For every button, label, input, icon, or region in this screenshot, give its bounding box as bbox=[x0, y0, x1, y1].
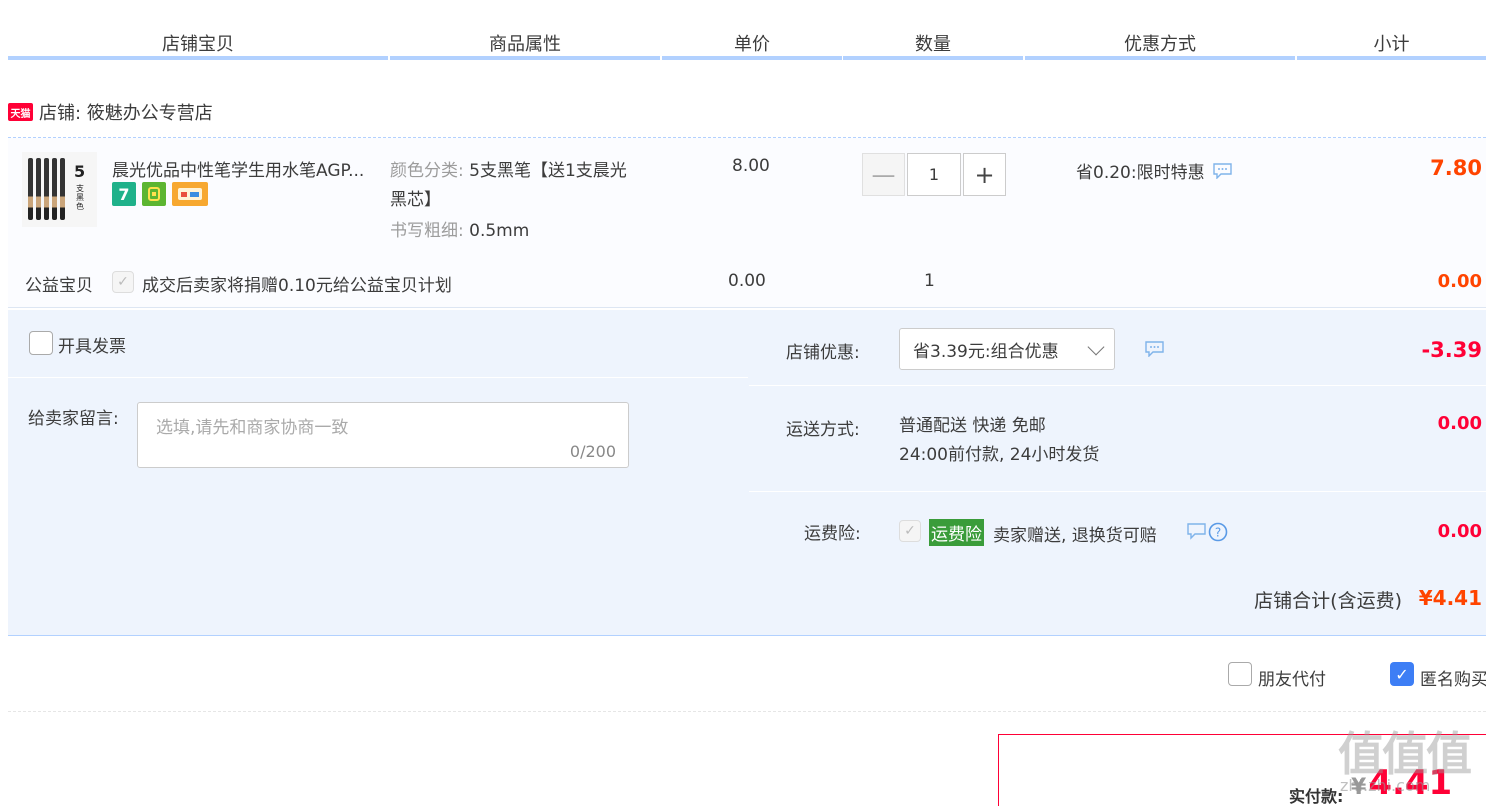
chat-icon[interactable] bbox=[1145, 341, 1164, 357]
header-price: 单价 bbox=[734, 34, 770, 55]
friend-pay-checkbox[interactable] bbox=[1228, 662, 1252, 686]
invoice-checkbox[interactable] bbox=[29, 331, 53, 355]
invoice-row: 开具发票 bbox=[8, 310, 748, 378]
charity-qty: 1 bbox=[924, 271, 935, 291]
chat-icon[interactable] bbox=[1212, 162, 1232, 179]
anonymous-label[interactable]: 匿名购买 bbox=[1420, 665, 1486, 690]
guarantee-icon[interactable] bbox=[142, 182, 166, 206]
product-thumbnail[interactable]: 5 支黑色 bbox=[22, 152, 97, 227]
discount-text: 省0.20:限时特惠 bbox=[1076, 163, 1205, 183]
header-bar bbox=[1025, 56, 1295, 60]
attr-color-key: 颜色分类: bbox=[390, 161, 464, 181]
memo-textarea[interactable]: 选填,请先和商家协商一致 0/200 bbox=[137, 402, 629, 468]
pen-image bbox=[44, 158, 49, 220]
memo-label: 给卖家留言: bbox=[28, 409, 119, 429]
header-bar bbox=[662, 56, 842, 60]
divider bbox=[8, 711, 1486, 712]
shipping-line2: 24:00前付款, 24小时发货 bbox=[899, 445, 1100, 465]
attr-width-key: 书写粗细: bbox=[390, 221, 464, 241]
memo-placeholder: 选填,请先和商家协商一致 bbox=[156, 418, 349, 438]
pen-image bbox=[28, 158, 33, 220]
order-item: 5 支黑色 晨光优品中性笔学生用水笔AGP... 7 颜色分类: 5支黑笔【送1… bbox=[8, 138, 1486, 308]
header-qty: 数量 bbox=[915, 34, 951, 55]
left-options: 开具发票 给卖家留言: 选填,请先和商家协商一致 0/200 bbox=[8, 310, 748, 558]
thumb-subtext: 支黑色 bbox=[76, 184, 84, 211]
header-item: 店铺宝贝 bbox=[162, 34, 234, 55]
charity-subtotal: 0.00 bbox=[1437, 271, 1482, 292]
shipping-method: 普通配送 快递 免邮 24:00前付款, 24小时发货 bbox=[899, 412, 1099, 470]
attr-color-cont: 黑芯】 bbox=[390, 190, 441, 210]
header-bar bbox=[1297, 56, 1486, 60]
insurance-row: 运费险: ✓ 运费险 卖家赠送, 退换货可赔 ? 0.00 bbox=[749, 493, 1486, 558]
watermark: 值值值 bbox=[1338, 727, 1472, 781]
header-bar bbox=[8, 56, 388, 60]
order-options: 开具发票 给卖家留言: 选填,请先和商家协商一致 0/200 店铺优惠: 省3.… bbox=[8, 310, 1486, 558]
invoice-label[interactable]: 开具发票 bbox=[58, 332, 126, 357]
shop-name[interactable]: 店铺: 筱魅办公专营店 bbox=[39, 99, 213, 125]
shipping-row: 运送方式: 普通配送 快递 免邮 24:00前付款, 24小时发货 0.00 bbox=[749, 387, 1486, 492]
decrease-button[interactable]: — bbox=[862, 153, 905, 196]
product-title[interactable]: 晨光优品中性笔学生用水笔AGP... bbox=[112, 156, 384, 181]
header-bar bbox=[843, 56, 1023, 60]
charity-price: 0.00 bbox=[728, 271, 766, 291]
chevron-down-icon bbox=[1087, 338, 1105, 356]
thumb-number: 5 bbox=[74, 162, 86, 181]
pen-image bbox=[60, 158, 65, 220]
unit-price: 8.00 bbox=[732, 156, 770, 176]
seven-day-return-icon[interactable]: 7 bbox=[112, 182, 136, 206]
memo-counter: 0/200 bbox=[569, 442, 616, 461]
attr-width: 书写粗细: 0.5mm bbox=[390, 216, 529, 241]
header-subtotal: 小计 bbox=[1373, 34, 1410, 55]
header-discount: 优惠方式 bbox=[1124, 34, 1196, 55]
insurance-amount: 0.00 bbox=[1437, 521, 1482, 542]
increase-button[interactable]: + bbox=[963, 153, 1006, 196]
credit-card-icon[interactable] bbox=[172, 182, 208, 206]
shipping-amount: 0.00 bbox=[1437, 413, 1482, 434]
pen-image bbox=[52, 158, 57, 220]
header-attr: 商品属性 bbox=[489, 34, 561, 55]
attr-width-value: 0.5mm bbox=[469, 221, 530, 241]
discount-info: 省0.20:限时特惠 bbox=[1076, 158, 1232, 183]
watermark-url: zhi.zhi.com bbox=[1340, 776, 1431, 795]
charity-label: 公益宝贝 bbox=[25, 276, 93, 296]
tmall-icon: 天猫 bbox=[8, 103, 33, 121]
shield-icon bbox=[148, 187, 160, 201]
shop-discount-select[interactable]: 省3.39元:组合优惠 bbox=[899, 328, 1115, 370]
attr-color-value: 5支黑笔【送1支晨光 bbox=[469, 161, 627, 181]
right-options: 店铺优惠: 省3.39元:组合优惠 -3.39 运送方式: 普通配送 快递 免邮… bbox=[749, 310, 1486, 558]
pay-label: 实付款: bbox=[1289, 787, 1344, 806]
friend-pay-label[interactable]: 朋友代付 bbox=[1258, 665, 1326, 690]
attr-color: 颜色分类: 5支黑笔【送1支晨光 bbox=[390, 156, 627, 181]
service-icons: 7 bbox=[112, 182, 208, 206]
payment-options: 朋友代付 ✓ 匿名购买 bbox=[0, 660, 1486, 710]
insurance-tag: 运费险 bbox=[929, 519, 984, 546]
insurance-text: 卖家赠送, 退换货可赔 bbox=[993, 526, 1157, 546]
item-subtotal: 7.80 bbox=[1430, 156, 1482, 180]
header-bar bbox=[390, 56, 660, 60]
shop-total-value: ¥4.41 bbox=[1418, 586, 1482, 610]
charity-text: 成交后卖家将捐赠0.10元给公益宝贝计划 bbox=[142, 276, 452, 296]
insurance-checkbox: ✓ bbox=[899, 520, 921, 542]
shop-total-label: 店铺合计(含运费) bbox=[1254, 590, 1402, 612]
anonymous-checkbox[interactable]: ✓ bbox=[1390, 662, 1414, 686]
shop-discount-amount: -3.39 bbox=[1421, 338, 1482, 362]
card-icon bbox=[178, 188, 202, 200]
shop-discount-label: 店铺优惠: bbox=[786, 343, 860, 363]
shop-discount-row: 店铺优惠: 省3.39元:组合优惠 -3.39 bbox=[749, 310, 1486, 386]
shop-discount-value: 省3.39元:组合优惠 bbox=[913, 341, 1059, 362]
svg-text:?: ? bbox=[1215, 526, 1221, 540]
pen-image bbox=[36, 158, 41, 220]
shop-row: 天猫 店铺: 筱魅办公专营店 bbox=[8, 98, 213, 126]
help-icon[interactable]: ? bbox=[1187, 522, 1229, 542]
shipping-line1: 普通配送 快递 免邮 bbox=[899, 416, 1046, 436]
charity-checkbox: ✓ bbox=[112, 271, 134, 293]
quantity-stepper: — 1 + bbox=[862, 153, 1006, 196]
shop-total-row: 店铺合计(含运费) ¥4.41 bbox=[8, 558, 1486, 636]
quantity-input[interactable]: 1 bbox=[907, 153, 961, 196]
shipping-label: 运送方式: bbox=[786, 420, 860, 440]
table-header: 店铺宝贝 商品属性 单价 数量 优惠方式 小计 bbox=[0, 0, 1486, 62]
insurance-label: 运费险: bbox=[804, 524, 861, 544]
